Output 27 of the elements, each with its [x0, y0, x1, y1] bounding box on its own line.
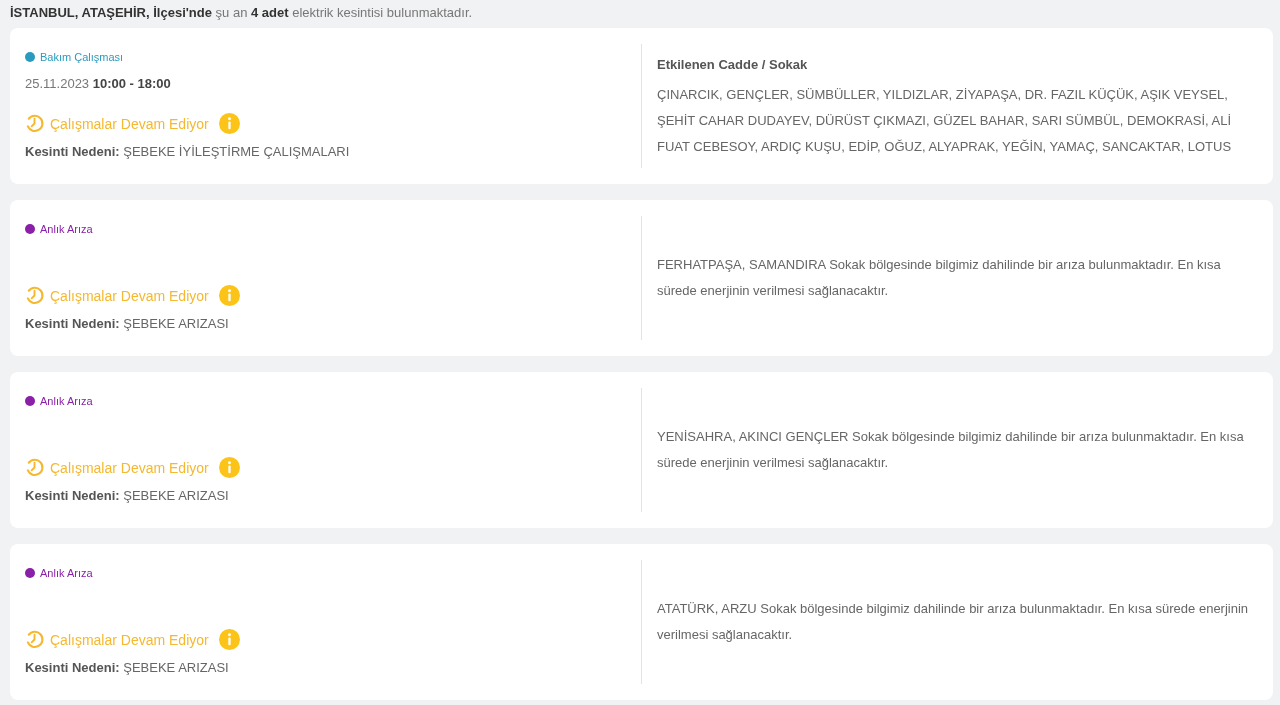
affected-streets: ÇINARCIK, GENÇLER, SÜMBÜLLER, YILDIZLAR, ZİYAPAŞA, DR. FAZIL KÜÇÜK, AŞIK VEYSEL, ŞEHİT CAHAR DUDAYEV, DÜRÜST ÇIKMAZI, GÜZEL BAHAR, SARI SÜMBÜL, DEMOKRASİ, ALİ FUAT CEBESOY, ARDIÇ KUŞU, EDİP, OĞUZ, ALYAPRAK, YEĞİN, YAMAÇ, SANCAKTAR, LOTUS [657, 86, 1233, 156]
outage-reason: Kesinti Nedeni: ŞEBEKE İYİLEŞTİRME ÇALIŞMALARI [25, 144, 351, 159]
status-text: Çalışmalar Devam Ediyor [50, 459, 209, 476]
outage-reason: Kesinti Nedeni: ŞEBEKE ARIZASI [25, 316, 230, 331]
clock-icon [25, 286, 44, 305]
affected-streets: YENİSAHRA, AKINCI GENÇLER Sokak bölgesinde bilgimiz dahilinde bir arıza bulunmaktadır. En kısa sürede enerjinin verilmesi sağlanacaktır. [657, 428, 1245, 472]
outage-reason: Kesinti Nedeni: ŞEBEKE ARIZASI [25, 660, 230, 675]
info-icon[interactable] [218, 285, 240, 306]
clock-icon [25, 114, 44, 133]
status-text: Çalışmalar Devam Ediyor [50, 287, 209, 304]
status-text: Çalışmalar Devam Ediyor [50, 631, 209, 648]
outage-type: Anlık Arıza [40, 567, 93, 579]
outage-type: Bakım Çalışması [40, 51, 124, 63]
outage-date: 25.11.2023 10:00 - 18:00 [25, 76, 172, 93]
affected-streets: ATATÜRK, ARZU Sokak bölgesinde bilgimiz dahilinde bir arıza bulunmaktadır. En kısa sürede enerjinin verilmesi sağlanacaktır. [657, 600, 1250, 644]
outage-type: Anlık Arıza [40, 395, 93, 407]
clock-icon [25, 458, 44, 477]
info-icon[interactable] [218, 457, 240, 478]
affected-streets: FERHATPAŞA, SAMANDIRA Sokak bölgesinde bilgimiz dahilinde bir arıza bulunmaktadır. En kısa sürede enerjinin verilmesi sağlanacaktır. [657, 256, 1222, 300]
outage-reason: Kesinti Nedeni: ŞEBEKE ARIZASI [25, 488, 230, 503]
status-text: Çalışmalar Devam Ediyor [50, 115, 209, 132]
outage-summary: İSTANBUL, ATAŞEHİR, İlçesi'nde şu an 4 adet elektrik kesintisi bulunmaktadır. [9, 4, 474, 22]
clock-icon [25, 630, 44, 649]
streets-heading: Etkilenen Cadde / Sokak [657, 56, 809, 74]
outage-type: Anlık Arıza [40, 223, 93, 235]
info-icon[interactable] [218, 629, 240, 650]
info-icon[interactable] [218, 113, 240, 134]
